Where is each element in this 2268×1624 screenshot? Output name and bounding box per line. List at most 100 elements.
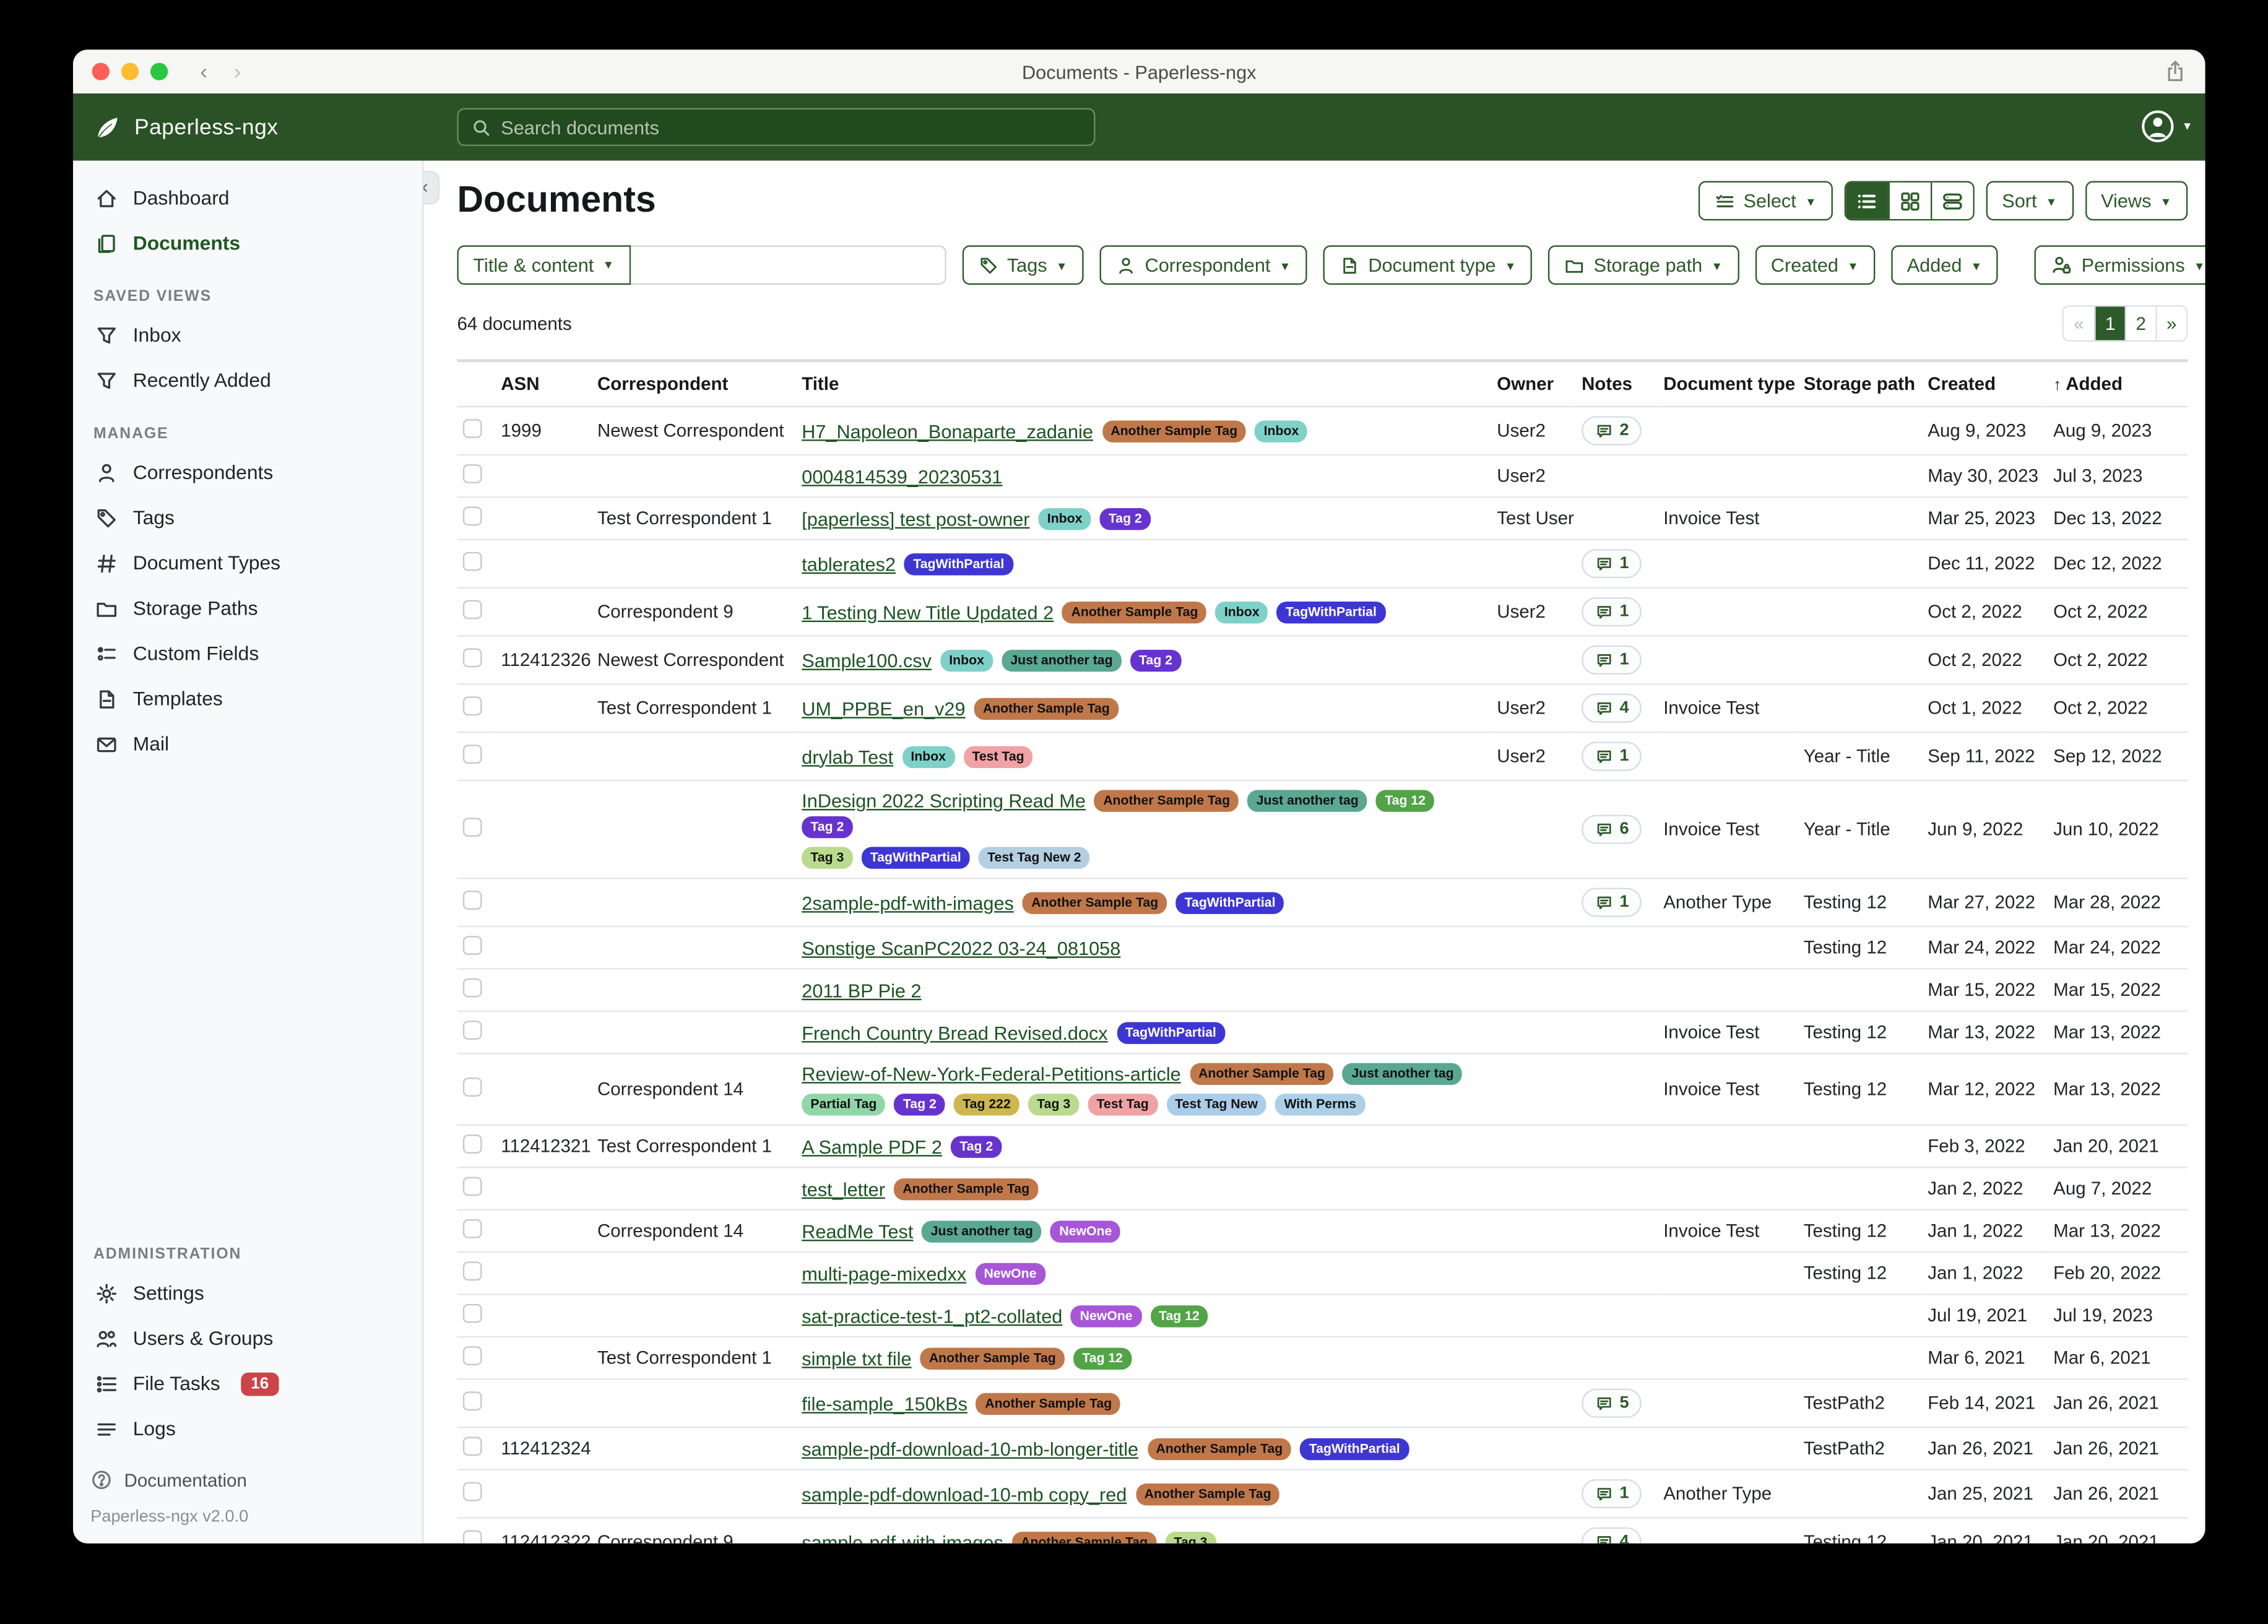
tag-badge[interactable]: NewOne bbox=[1050, 1220, 1120, 1242]
sidebar-item-mail[interactable]: Mail bbox=[73, 721, 422, 766]
row-checkbox[interactable] bbox=[463, 1261, 482, 1281]
sidebar-item-tags[interactable]: Tags bbox=[73, 495, 422, 540]
tag-badge[interactable]: Tag 2 bbox=[894, 1094, 945, 1115]
filter-storage-path-button[interactable]: Storage path▼ bbox=[1548, 245, 1739, 285]
correspondent-cell[interactable]: Correspondent 14 bbox=[592, 1053, 796, 1125]
correspondent-cell[interactable]: Test Correspondent 1 bbox=[592, 1337, 796, 1379]
column-header-doctype[interactable]: Document type bbox=[1658, 361, 1798, 407]
document-link[interactable]: 1 Testing New Title Updated 2 bbox=[802, 601, 1054, 623]
document-link[interactable]: French Country Bread Revised.docx bbox=[802, 1021, 1107, 1043]
storage-path-cell[interactable] bbox=[1798, 455, 1922, 497]
correspondent-cell[interactable] bbox=[592, 1470, 796, 1518]
storage-path-cell[interactable]: TestPath2 bbox=[1798, 1379, 1922, 1427]
correspondent-cell[interactable]: Newest Correspondent bbox=[592, 636, 796, 684]
document-link[interactable]: 0004814539_20230531 bbox=[802, 465, 1002, 486]
storage-path-cell[interactable]: Testing 12 bbox=[1798, 1518, 1922, 1543]
view-list-button[interactable] bbox=[1846, 183, 1888, 219]
document-link[interactable]: multi-page-mixedxx bbox=[802, 1263, 966, 1284]
tag-badge[interactable]: Tag 2 bbox=[951, 1135, 1002, 1157]
row-checkbox[interactable] bbox=[463, 1531, 482, 1544]
document-link[interactable]: 2011 BP Pie 2 bbox=[802, 979, 921, 1001]
correspondent-cell[interactable] bbox=[592, 1427, 796, 1469]
document-link[interactable]: sat-practice-test-1_pt2-collated bbox=[802, 1305, 1062, 1326]
row-checkbox[interactable] bbox=[463, 818, 482, 837]
tag-badge[interactable]: Inbox bbox=[1255, 420, 1307, 441]
sidebar-item-logs[interactable]: Logs bbox=[73, 1406, 422, 1451]
column-header-asn[interactable]: ASN bbox=[495, 361, 592, 407]
global-search[interactable] bbox=[457, 108, 1095, 146]
column-header-owner[interactable]: Owner bbox=[1491, 361, 1576, 407]
document-link[interactable]: InDesign 2022 Scripting Read Me bbox=[802, 790, 1086, 811]
title-content-dropdown[interactable]: Title & content▼ bbox=[457, 245, 630, 285]
row-checkbox[interactable] bbox=[463, 507, 482, 526]
tag-badge[interactable]: TagWithPartial bbox=[862, 847, 970, 868]
doctype-cell[interactable] bbox=[1658, 1252, 1798, 1294]
doctype-cell[interactable] bbox=[1658, 1167, 1798, 1209]
filter-created-button[interactable]: Created▼ bbox=[1755, 245, 1875, 285]
storage-path-cell[interactable]: Testing 12 bbox=[1798, 878, 1922, 926]
document-link[interactable]: Sonstige ScanPC2022 03-24_081058 bbox=[802, 936, 1120, 958]
row-checkbox[interactable] bbox=[463, 1346, 482, 1365]
select-button[interactable]: Select▼ bbox=[1698, 181, 1832, 221]
notes-badge[interactable]: 6 bbox=[1582, 814, 1642, 844]
column-header-created[interactable]: Created bbox=[1922, 361, 2048, 407]
sort-button[interactable]: Sort▼ bbox=[1986, 181, 2073, 221]
row-checkbox[interactable] bbox=[463, 1391, 482, 1410]
sidebar-item-storage-paths[interactable]: Storage Paths bbox=[73, 585, 422, 631]
doctype-cell[interactable] bbox=[1658, 1295, 1798, 1337]
notes-badge[interactable]: 1 bbox=[1582, 646, 1642, 675]
tag-badge[interactable]: Inbox bbox=[1039, 508, 1091, 529]
storage-path-cell[interactable] bbox=[1798, 1125, 1922, 1167]
notes-badge[interactable]: 2 bbox=[1582, 416, 1642, 445]
back-icon[interactable]: ‹ bbox=[200, 59, 207, 84]
storage-path-cell[interactable]: Testing 12 bbox=[1798, 926, 1922, 969]
storage-path-cell[interactable] bbox=[1798, 497, 1922, 539]
tag-badge[interactable]: Tag 2 bbox=[802, 816, 852, 838]
tag-badge[interactable]: Tag 3 bbox=[1028, 1094, 1079, 1115]
tag-badge[interactable]: Another Sample Tag bbox=[1023, 891, 1167, 913]
page-button-1[interactable]: 1 bbox=[2094, 306, 2125, 340]
document-link[interactable]: H7_Napoleon_Bonaparte_zadanie bbox=[802, 420, 1093, 441]
sidebar-item-correspondents[interactable]: Correspondents bbox=[73, 450, 422, 495]
tag-badge[interactable]: Tag 12 bbox=[1073, 1347, 1132, 1368]
row-checkbox[interactable] bbox=[463, 1437, 482, 1456]
column-header-title[interactable]: Title bbox=[796, 361, 1491, 407]
page-button-2[interactable]: 2 bbox=[2125, 306, 2156, 340]
tag-badge[interactable]: Tag 12 bbox=[1376, 790, 1434, 811]
doctype-cell[interactable] bbox=[1658, 969, 1798, 1011]
share-icon[interactable] bbox=[2163, 58, 2188, 83]
storage-path-cell[interactable]: Year - Title bbox=[1798, 732, 1922, 780]
document-link[interactable]: file-sample_150kBs bbox=[802, 1393, 967, 1414]
tag-badge[interactable]: TagWithPartial bbox=[1175, 891, 1284, 913]
notes-badge[interactable]: 1 bbox=[1582, 549, 1642, 578]
document-link[interactable]: Sample100.csv bbox=[802, 649, 932, 671]
account-menu[interactable]: ▾ bbox=[2140, 108, 2190, 145]
doctype-cell[interactable] bbox=[1658, 455, 1798, 497]
storage-path-cell[interactable]: TestPath2 bbox=[1798, 1427, 1922, 1469]
sidebar-item-inbox[interactable]: Inbox bbox=[73, 313, 422, 358]
minimize-window-button[interactable] bbox=[121, 63, 139, 80]
notes-badge[interactable]: 1 bbox=[1582, 597, 1642, 626]
storage-path-cell[interactable] bbox=[1798, 1295, 1922, 1337]
correspondent-cell[interactable] bbox=[592, 540, 796, 588]
doctype-cell[interactable]: Invoice Test bbox=[1658, 1210, 1798, 1252]
document-link[interactable]: A Sample PDF 2 bbox=[802, 1135, 942, 1157]
document-link[interactable]: 2sample-pdf-with-images bbox=[802, 891, 1014, 913]
correspondent-cell[interactable] bbox=[592, 1167, 796, 1209]
doctype-cell[interactable] bbox=[1658, 926, 1798, 969]
storage-path-cell[interactable]: Testing 12 bbox=[1798, 1210, 1922, 1252]
tag-badge[interactable]: Another Sample Tag bbox=[974, 698, 1119, 719]
tag-badge[interactable]: Another Sample Tag bbox=[1190, 1063, 1334, 1085]
correspondent-cell[interactable]: Correspondent 9 bbox=[592, 1518, 796, 1543]
document-link[interactable]: sample-pdf-download-10-mb-longer-title bbox=[802, 1438, 1138, 1459]
sidebar-item-file-tasks[interactable]: File Tasks16 bbox=[73, 1361, 422, 1406]
tag-badge[interactable]: TagWithPartial bbox=[1301, 1438, 1409, 1459]
tag-badge[interactable]: Another Sample Tag bbox=[920, 1347, 1065, 1368]
row-checkbox[interactable] bbox=[463, 696, 482, 715]
row-checkbox[interactable] bbox=[463, 1177, 482, 1196]
filter-added-button[interactable]: Added▼ bbox=[1891, 245, 1998, 285]
row-checkbox[interactable] bbox=[463, 891, 482, 910]
tag-badge[interactable]: Test Tag New 2 bbox=[979, 847, 1090, 868]
storage-path-cell[interactable] bbox=[1798, 407, 1922, 455]
sidebar-item-documents[interactable]: Documents bbox=[73, 220, 422, 266]
